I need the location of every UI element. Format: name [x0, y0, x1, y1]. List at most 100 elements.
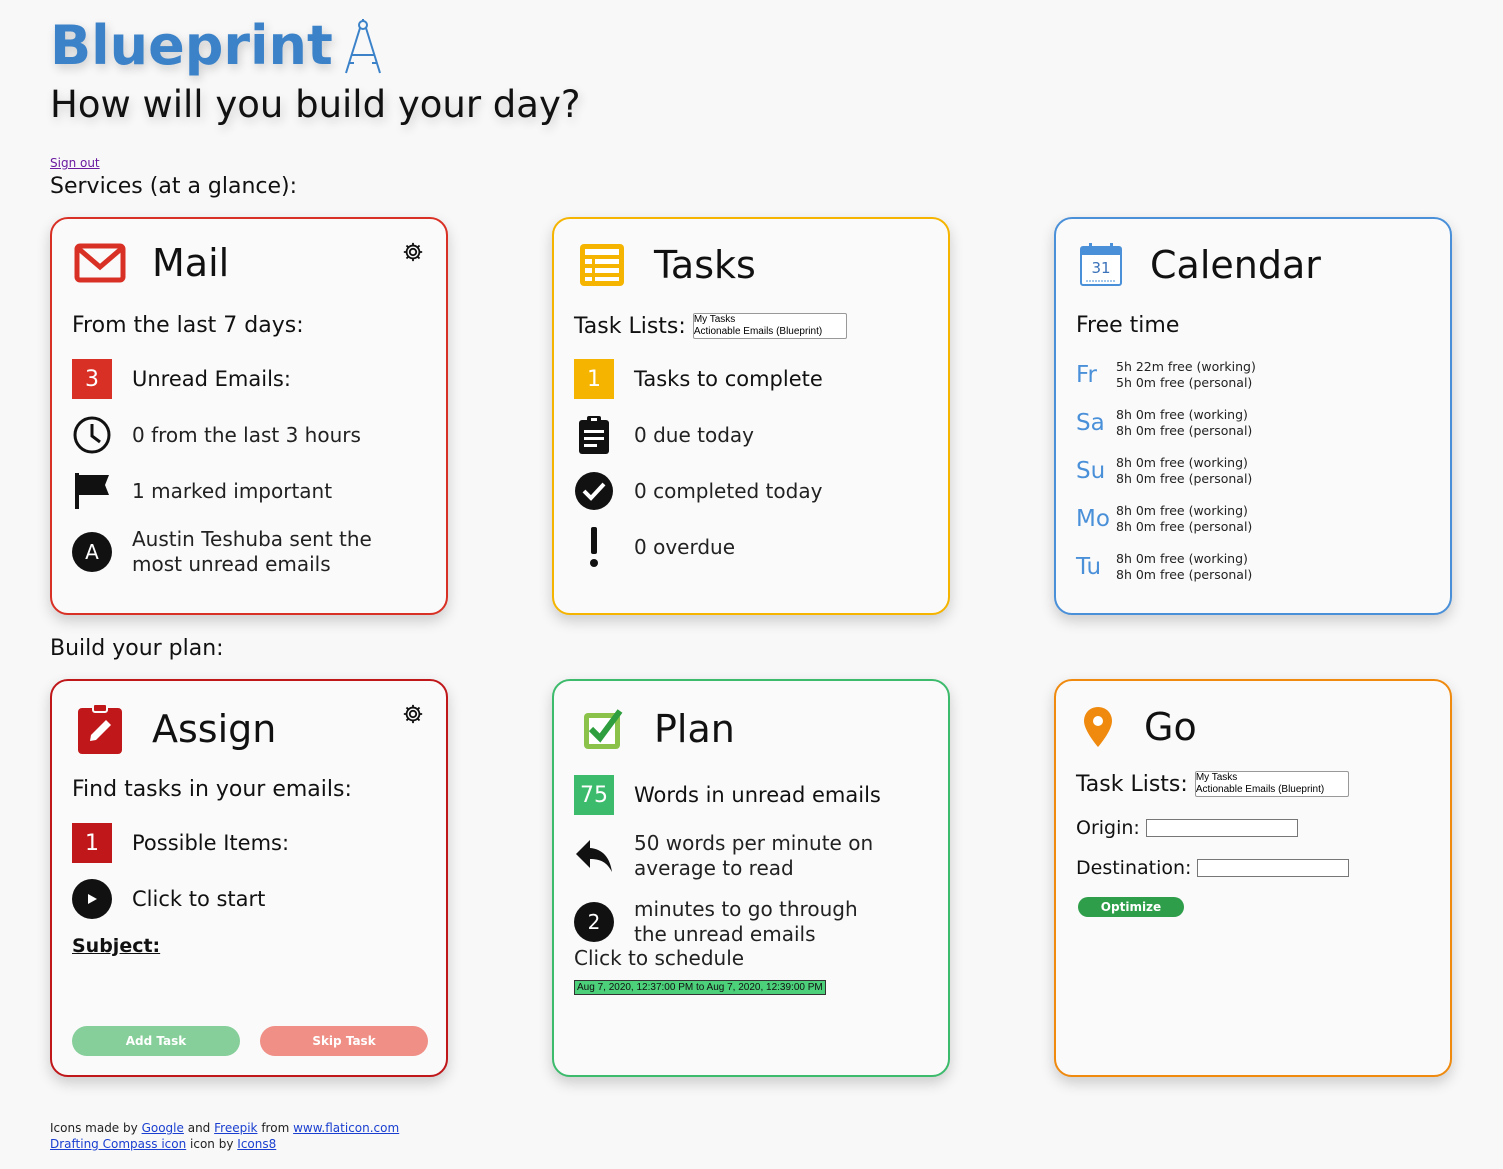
calendar-day-label: Mo: [1076, 506, 1110, 532]
flaticon-link[interactable]: www.flaticon.com: [293, 1121, 399, 1135]
mail-sender-row: A Austin Teshuba sent the most unread em…: [72, 527, 422, 577]
sign-out-link[interactable]: Sign out: [50, 156, 100, 170]
footer-text: and: [187, 1121, 211, 1135]
sender-avatar: A: [72, 532, 112, 572]
play-icon[interactable]: [72, 879, 112, 919]
calendar-personal-free: 8h 0m free (personal): [1116, 519, 1253, 534]
footer-text: icon by: [190, 1137, 234, 1151]
tasks-list-icon: [580, 244, 624, 286]
tasks-list-option[interactable]: My Tasks: [694, 314, 846, 326]
calendar-day-info: 8h 0m free (working) 8h 0m free (persona…: [1116, 551, 1252, 583]
assign-settings-gear-icon[interactable]: [402, 703, 424, 725]
assign-subtitle: Find tasks in your emails:: [72, 777, 352, 802]
destination-input[interactable]: [1197, 859, 1350, 877]
go-list-option[interactable]: Actionable Emails (Blueprint): [1196, 784, 1348, 796]
drafting-compass-icon: [344, 18, 381, 73]
plan-words-badge: 75: [574, 775, 614, 815]
assign-clipboard-edit-icon: [78, 703, 122, 754]
plan-schedule-slot[interactable]: Aug 7, 2020, 12:37:00 PM to Aug 7, 2020,…: [574, 980, 826, 995]
calendar-working-free: 8h 0m free (working): [1116, 407, 1248, 422]
plan-schedule-link[interactable]: Click to schedule: [574, 946, 744, 970]
mail-icon: [74, 243, 126, 283]
calendar-personal-free: 8h 0m free (personal): [1116, 567, 1253, 582]
mail-important-text: 1 marked important: [132, 479, 333, 503]
go-title: Go: [1144, 705, 1197, 749]
mail-unread-badge: 3: [72, 359, 112, 399]
calendar-card-header: 31 Calendar: [1078, 241, 1321, 289]
app-logo: Blueprint: [50, 14, 333, 77]
assign-subject-label: Subject:: [72, 935, 161, 957]
services-section-title: Services (at a glance):: [50, 174, 298, 199]
calendar-day-label: Sa: [1076, 410, 1105, 436]
go-lists-select[interactable]: My Tasks Actionable Emails (Blueprint): [1194, 771, 1349, 797]
plan-rate-row: 50 words per minute on average to read: [574, 831, 894, 881]
tasks-overdue-text: 0 overdue: [634, 535, 736, 559]
tasks-title: Tasks: [654, 243, 756, 287]
tasks-count-badge: 1: [574, 359, 614, 399]
destination-label: Destination:: [1076, 857, 1192, 879]
calendar-personal-free: 5h 0m free (personal): [1116, 375, 1253, 390]
optimize-button[interactable]: Optimize: [1078, 897, 1184, 917]
plan-words-row: 75 Words in unread emails: [574, 775, 881, 815]
tasks-list-option[interactable]: Actionable Emails (Blueprint): [694, 326, 846, 338]
assign-count-badge: 1: [72, 823, 112, 863]
calendar-day-info: 5h 22m free (working) 5h 0m free (person…: [1116, 359, 1256, 391]
skip-task-button[interactable]: Skip Task: [260, 1026, 428, 1056]
mail-important-row: 1 marked important: [72, 471, 332, 511]
build-section-title: Build your plan:: [50, 636, 224, 661]
tasks-completed-row: 0 completed today: [574, 471, 822, 511]
calendar-day-info: 8h 0m free (working) 8h 0m free (persona…: [1116, 407, 1252, 439]
calendar-personal-free: 8h 0m free (personal): [1116, 423, 1253, 438]
reply-arrow-icon: [574, 836, 614, 876]
tasks-due-row: 0 due today: [574, 415, 754, 455]
tasks-overdue-row: 0 overdue: [574, 527, 735, 567]
mail-settings-gear-icon[interactable]: [402, 241, 424, 263]
assign-title: Assign: [152, 707, 277, 751]
origin-input[interactable]: [1145, 819, 1298, 837]
assign-start-row[interactable]: Click to start: [72, 879, 265, 919]
go-lists-label: Task Lists:: [1076, 771, 1188, 797]
assign-start-text[interactable]: Click to start: [132, 887, 265, 911]
add-task-button[interactable]: Add Task: [72, 1026, 240, 1056]
mail-card: Mail From the last 7 days: 3 Unread Emai…: [50, 217, 448, 615]
page-tagline: How will you build your day?: [50, 83, 581, 126]
calendar-working-free: 8h 0m free (working): [1116, 455, 1248, 470]
logo-row: Blueprint: [50, 14, 580, 77]
go-card-header: Go: [1078, 703, 1197, 751]
calendar-working-free: 5h 22m free (working): [1116, 359, 1256, 374]
assign-card: Assign Find tasks in your emails: 1 Poss…: [50, 679, 448, 1077]
compass-icon-link[interactable]: Drafting Compass icon: [50, 1137, 186, 1151]
go-origin-row: Origin:: [1076, 817, 1298, 839]
plan-minutes-badge: 2: [574, 902, 614, 942]
calendar-day-label: Su: [1076, 458, 1106, 484]
calendar-working-free: 8h 0m free (working): [1116, 551, 1248, 566]
assign-count-label: Possible Items:: [132, 831, 290, 855]
exclamation-icon: [574, 527, 614, 567]
icons8-link[interactable]: Icons8: [237, 1137, 276, 1151]
location-pin-icon: [1084, 707, 1112, 747]
mail-recent-row: 0 from the last 3 hours: [72, 415, 361, 455]
go-list-option[interactable]: My Tasks: [1196, 772, 1348, 784]
calendar-day-row: Fr 5h 22m free (working) 5h 0m free (per…: [1076, 359, 1256, 391]
plan-minutes-row: 2 minutes to go through the unread email…: [574, 897, 894, 947]
mail-title: Mail: [152, 241, 230, 285]
tasks-lists-select[interactable]: My Tasks Actionable Emails (Blueprint): [692, 313, 847, 339]
google-link[interactable]: Google: [142, 1121, 184, 1135]
calendar-day-row: Mo 8h 0m free (working) 8h 0m free (pers…: [1076, 503, 1252, 535]
calendar-day-row: Sa 8h 0m free (working) 8h 0m free (pers…: [1076, 407, 1252, 439]
calendar-working-free: 8h 0m free (working): [1116, 503, 1248, 518]
calendar-day-label: Tu: [1076, 554, 1102, 580]
assign-count-row: 1 Possible Items:: [72, 823, 289, 863]
go-lists-row: Task Lists: My Tasks Actionable Emails (…: [1076, 771, 1349, 797]
mail-unread-label: Unread Emails:: [132, 367, 291, 391]
plan-title: Plan: [654, 707, 735, 751]
calendar-day-row: Tu 8h 0m free (working) 8h 0m free (pers…: [1076, 551, 1252, 583]
tasks-lists-label: Task Lists:: [574, 313, 686, 339]
assign-card-header: Assign: [74, 703, 276, 755]
plan-card: Plan 75 Words in unread emails 50 words …: [552, 679, 950, 1077]
tasks-count-label: Tasks to complete: [634, 367, 823, 391]
calendar-card: 31 Calendar Free time Fr 5h 22m free (wo…: [1054, 217, 1452, 615]
mail-card-header: Mail: [74, 241, 229, 285]
freepik-link[interactable]: Freepik: [214, 1121, 257, 1135]
calendar-icon-day: 31: [1091, 259, 1111, 277]
